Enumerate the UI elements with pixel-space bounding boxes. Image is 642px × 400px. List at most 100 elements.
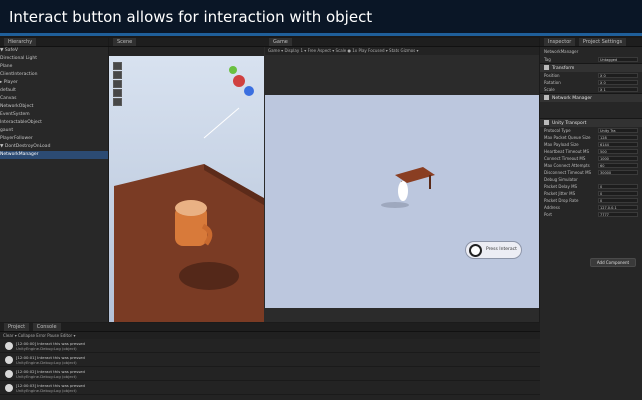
- inspector-field: Max Connect Attempts 60: [540, 162, 642, 169]
- hierarchy-item[interactable]: InteractableObject: [0, 119, 108, 127]
- inspector-field: Heartbeat Timeout MS 500: [540, 148, 642, 155]
- field-value[interactable]: 127.0.0.1: [598, 205, 638, 210]
- hierarchy-list: ▼ SafeV Directional Light Plane ClientIn…: [0, 47, 108, 159]
- transform-rows: Position X 0 Rotation X 0 Scale X 1: [540, 72, 642, 93]
- hierarchy-item[interactable]: Canvas: [0, 95, 108, 103]
- interact-circle-icon: [469, 244, 482, 257]
- caption-bar: Interact button allows for interaction w…: [0, 0, 642, 36]
- log-stacktrace: UnityEngine.Debug:Log (object): [16, 346, 77, 351]
- field-value[interactable]: X 0: [598, 73, 638, 78]
- hierarchy-item[interactable]: gaunt: [0, 127, 108, 135]
- interact-button[interactable]: Press Interact: [465, 241, 522, 259]
- hierarchy-item[interactable]: ▼ DontDestroyOnLoad: [0, 143, 108, 151]
- game-header: Game: [265, 38, 539, 47]
- inspector-field: Max Payload Size 6144: [540, 141, 642, 148]
- add-component-button[interactable]: Add Component: [590, 258, 636, 267]
- rotate-tool[interactable]: [113, 80, 122, 88]
- info-icon: [5, 370, 13, 378]
- scene-tools: [113, 62, 123, 107]
- field-label: Packet Jitter MS: [544, 191, 576, 196]
- field-value[interactable]: X 0: [598, 80, 638, 85]
- field-label: Port: [544, 212, 552, 217]
- field-value[interactable]: X 1: [598, 87, 638, 92]
- field-value[interactable]: Unity Tra: [598, 128, 638, 133]
- inspector-field: Position X 0: [540, 72, 642, 79]
- field-label: Connect Timeout MS: [544, 156, 586, 161]
- inspector-field: Port 7777: [540, 211, 642, 218]
- log-stacktrace: UnityEngine.Debug:Log (object): [16, 388, 77, 393]
- transform-title: Transform: [552, 66, 575, 71]
- tab-game[interactable]: Game: [269, 38, 292, 46]
- tab-inspector[interactable]: Inspector: [544, 38, 576, 46]
- hand-tool[interactable]: [113, 62, 122, 70]
- network-manager-header[interactable]: Network Manager: [540, 93, 642, 102]
- script-icon: [544, 95, 549, 100]
- console-header: Project Console: [0, 323, 540, 332]
- field-label: Max Packet Queue Size: [544, 135, 591, 140]
- log-stacktrace: UnityEngine.Debug:Log (object): [16, 374, 77, 379]
- gizmo-z: [244, 86, 254, 96]
- game-toolbar[interactable]: Game ▾ Display 1 ▾ Free Aspect ▾ Scale ●…: [265, 47, 539, 55]
- tag-value[interactable]: Untagged: [598, 57, 638, 62]
- tab-console[interactable]: Console: [32, 323, 61, 331]
- scene-viewport[interactable]: [109, 56, 264, 322]
- scale-tool[interactable]: [113, 89, 122, 97]
- field-value[interactable]: 6144: [598, 142, 638, 147]
- hierarchy-item[interactable]: NetworkManager: [0, 151, 108, 159]
- hierarchy-item[interactable]: Plane: [0, 63, 108, 71]
- info-icon: [5, 384, 13, 392]
- field-value[interactable]: 500: [598, 149, 638, 154]
- inspector-field: Packet Jitter MS 0: [540, 190, 642, 197]
- hierarchy-item[interactable]: ▼ SafeV: [0, 47, 108, 55]
- network-manager-body: [540, 102, 642, 118]
- scene-toolbar: [109, 47, 264, 56]
- scene-panel: Scene: [109, 38, 266, 322]
- transform-header[interactable]: Transform: [540, 63, 642, 72]
- hierarchy-item[interactable]: NetworkObject: [0, 103, 108, 111]
- field-value[interactable]: 128: [598, 135, 638, 140]
- object-tag: Tag Untagged: [540, 56, 642, 63]
- tab-project[interactable]: Project: [4, 323, 30, 331]
- console-entry[interactable]: [12:00:01] Interact this was pressed Unit…: [0, 353, 540, 367]
- tab-project-settings[interactable]: Project Settings: [578, 38, 627, 46]
- field-value[interactable]: 0: [598, 198, 638, 203]
- object-name[interactable]: NetworkManager: [540, 47, 642, 56]
- field-label: Disconnect Timeout MS: [544, 170, 592, 175]
- console-entry[interactable]: [12:00:00] Interact this was pressed Unit…: [0, 339, 540, 353]
- tab-scene[interactable]: Scene: [113, 38, 137, 46]
- field-label: Protocol Type: [544, 128, 571, 133]
- hierarchy-item[interactable]: EventSystem: [0, 111, 108, 119]
- console-entry[interactable]: [12:00:03] Interact this was pressed Unit…: [0, 381, 540, 395]
- hierarchy-header: Hierarchy: [0, 38, 108, 47]
- field-value[interactable]: 7777: [598, 212, 638, 217]
- field-value[interactable]: 1000: [598, 156, 638, 161]
- inspector-header: Inspector Project Settings: [540, 38, 642, 47]
- rect-tool[interactable]: [113, 98, 122, 106]
- console-toolbar[interactable]: Clear ▾ Collapse Error Pause Editor ▾: [0, 332, 540, 339]
- mug-top: [175, 200, 207, 216]
- hierarchy-item[interactable]: Directional Light: [0, 55, 108, 63]
- field-label: Rotation: [544, 80, 561, 85]
- address-rows: Address 127.0.0.1 Port 7777: [540, 204, 642, 218]
- hierarchy-item[interactable]: ▸ Player: [0, 79, 108, 87]
- hierarchy-item[interactable]: PlayerFollower: [0, 135, 108, 143]
- inspector-field: Rotation X 0: [540, 79, 642, 86]
- field-value[interactable]: 0: [598, 191, 638, 196]
- hierarchy-item[interactable]: default: [0, 87, 108, 95]
- console-entry[interactable]: [12:00:02] Interact this was pressed Unit…: [0, 367, 540, 381]
- tab-hierarchy[interactable]: Hierarchy: [4, 38, 37, 46]
- character-capsule: [398, 181, 408, 201]
- field-label: Packet Delay MS: [544, 184, 578, 189]
- field-value[interactable]: 0: [598, 184, 638, 189]
- field-value[interactable]: 60: [598, 163, 638, 168]
- transport-header[interactable]: Unity Transport: [540, 118, 642, 127]
- game-viewport[interactable]: Press Interact: [265, 95, 539, 308]
- game-render: [381, 167, 435, 208]
- move-tool[interactable]: [113, 71, 122, 79]
- transport-title: Unity Transport: [552, 121, 587, 126]
- hierarchy-item[interactable]: ClientInteraction: [0, 71, 108, 79]
- scene-header: Scene: [109, 38, 266, 47]
- inspector-field: Connect Timeout MS 1000: [540, 155, 642, 162]
- debug-simulator-label[interactable]: Debug Simulator: [540, 176, 642, 183]
- field-value[interactable]: 30000: [598, 170, 638, 175]
